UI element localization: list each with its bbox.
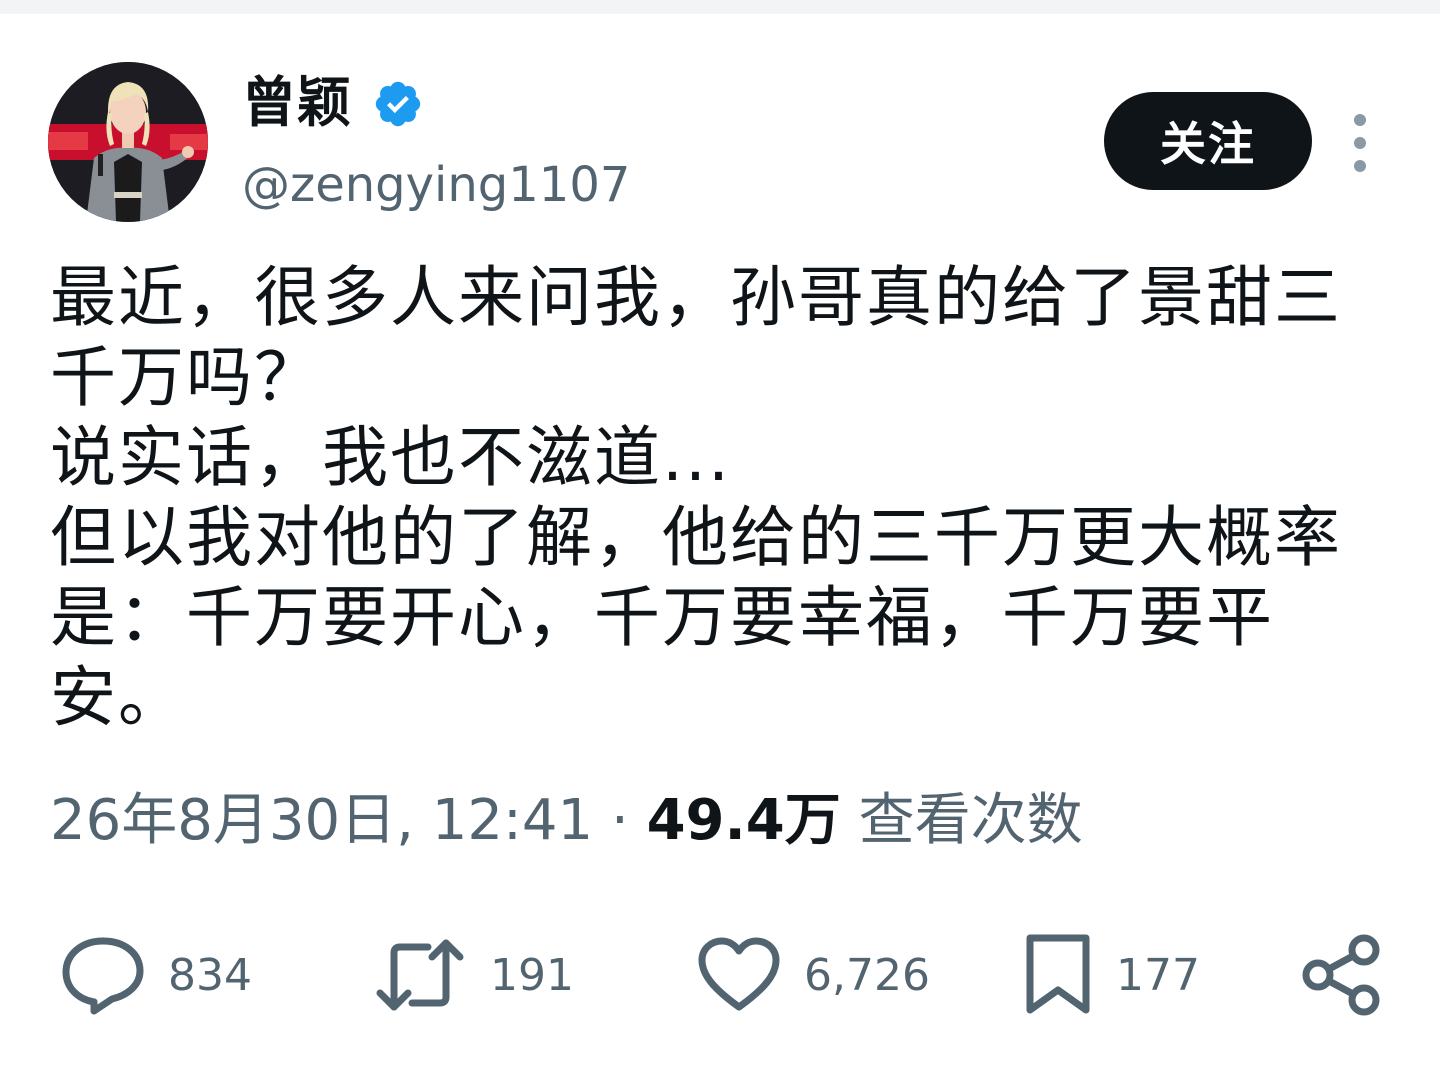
heart-icon <box>696 935 782 1015</box>
top-strip <box>0 0 1440 14</box>
post-text-line: 但以我对他的了解，他给的三千万更大概率 <box>50 499 1342 576</box>
like-count: 6,726 <box>804 949 930 1001</box>
views-label: 查看次数 <box>858 788 1083 853</box>
action-bar: 834 191 6,726 177 <box>0 920 1440 1030</box>
share-button[interactable] <box>1300 920 1384 1030</box>
reply-count: 834 <box>168 949 252 1001</box>
bookmark-count: 177 <box>1116 949 1200 1001</box>
display-name[interactable]: 曾颖 <box>242 68 352 138</box>
more-options-icon[interactable] <box>1340 110 1380 176</box>
post-text-line: 最近，很多人来问我，孙哥真的给了景甜三 <box>50 259 1342 336</box>
post-text-line: 千万吗？ <box>50 339 322 416</box>
post-timestamp[interactable]: 26年8月30日, 12:41 <box>50 788 593 853</box>
follow-button[interactable]: 关注 <box>1104 92 1312 190</box>
user-handle[interactable]: @zengying1107 <box>242 154 630 216</box>
post-text-line: 说实话，我也不滋道... <box>50 419 731 496</box>
post-meta: 26年8月30日, 12:41 · 49.4万 查看次数 <box>50 786 1083 856</box>
bookmark-button[interactable]: 177 <box>1022 920 1200 1030</box>
post-text-line: 安。 <box>50 659 186 736</box>
reply-button[interactable]: 834 <box>60 920 252 1030</box>
meta-separator: · <box>610 788 629 853</box>
bookmark-icon <box>1022 932 1094 1018</box>
retweet-count: 191 <box>490 949 574 1001</box>
avatar[interactable] <box>48 62 208 222</box>
retweet-icon <box>372 935 468 1015</box>
retweet-button[interactable]: 191 <box>372 920 574 1030</box>
post-text-line: 是：千万要开心，千万要幸福，千万要平 <box>50 579 1274 656</box>
views-count[interactable]: 49.4万 <box>647 788 841 853</box>
reply-icon <box>60 935 146 1015</box>
like-button[interactable]: 6,726 <box>696 920 930 1030</box>
share-icon <box>1300 932 1384 1018</box>
post-text: 最近，很多人来问我，孙哥真的给了景甜三 千万吗？ 说实话，我也不滋道... 但以… <box>50 258 1370 738</box>
verified-badge-icon <box>372 78 424 130</box>
